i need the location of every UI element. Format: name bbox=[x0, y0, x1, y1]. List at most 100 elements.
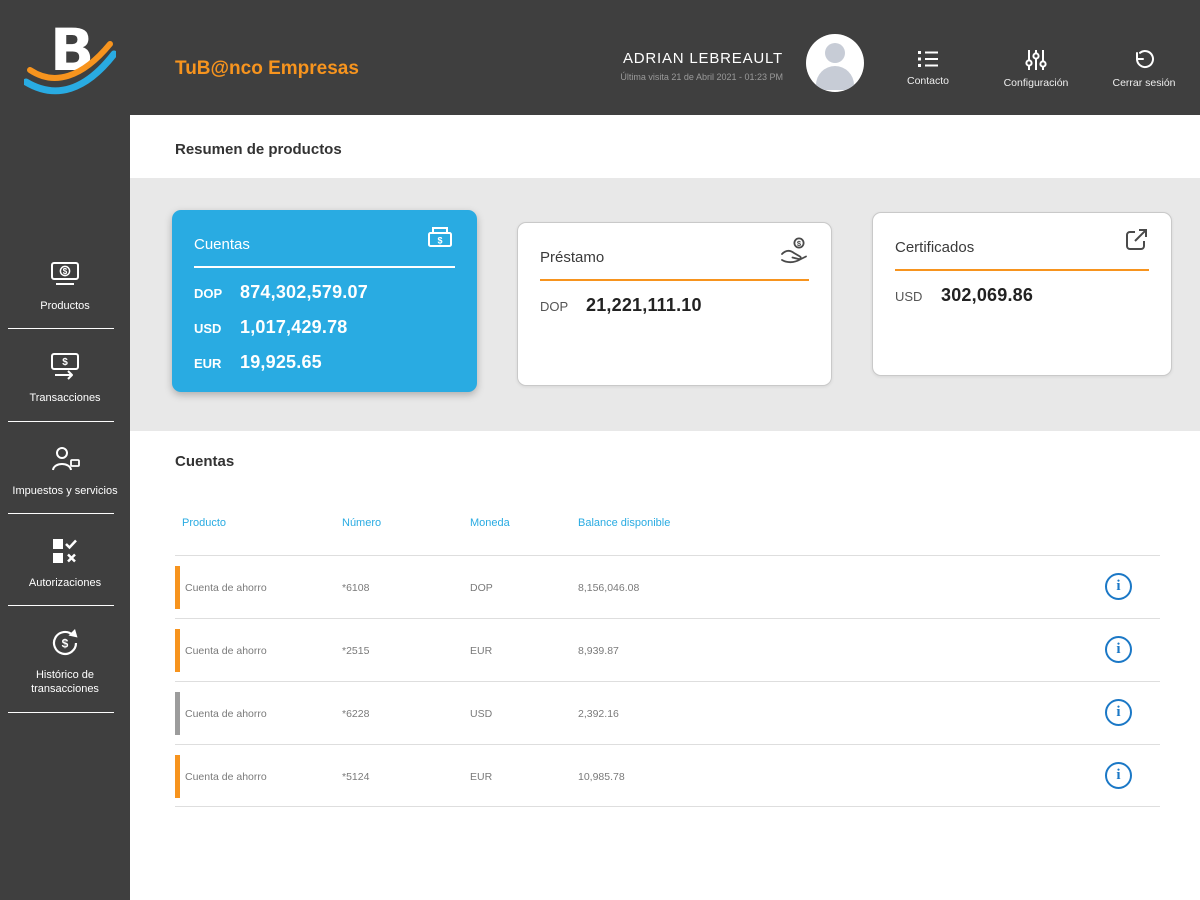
hand-coin-icon: $ bbox=[779, 237, 809, 270]
section-title-cuentas: Cuentas bbox=[175, 453, 235, 470]
cell-currency: DOP bbox=[470, 582, 493, 594]
bank-logo-icon[interactable]: B bbox=[22, 8, 118, 108]
row-status-bar bbox=[175, 629, 180, 672]
cell-number: *5124 bbox=[342, 771, 370, 783]
table-row[interactable]: Cuenta de ahorro *6108 DOP 8,156,046.08 bbox=[175, 555, 1160, 618]
contact-label: Contacto bbox=[906, 75, 950, 87]
sidebar-item-productos[interactable]: $ Productos bbox=[0, 237, 130, 330]
card-header: Préstamo $ bbox=[540, 237, 809, 279]
settings-label: Configuración bbox=[1003, 77, 1069, 89]
user-avatar[interactable] bbox=[806, 34, 864, 92]
svg-text:$: $ bbox=[62, 637, 69, 651]
person-service-icon bbox=[8, 440, 122, 478]
card-title: Préstamo bbox=[540, 249, 605, 266]
currency-code: DOP bbox=[540, 299, 569, 314]
table-row[interactable]: Cuenta de ahorro *2515 EUR 8,939.87 bbox=[175, 618, 1160, 681]
table-row[interactable]: Cuenta de ahorro *5124 EUR 10,985.78 bbox=[175, 744, 1160, 807]
cell-number: *6228 bbox=[342, 708, 370, 720]
certificados-card[interactable]: Certificados USD 302,069.86 bbox=[872, 212, 1172, 376]
sidebar-item-label: Impuestos y servicios bbox=[12, 484, 118, 497]
card-divider bbox=[895, 269, 1149, 271]
banking-app: B TuB@nco Empresas ADRIAN LEBREAULT Últi… bbox=[0, 0, 1200, 900]
table-row[interactable]: Cuenta de ahorro *6228 USD 2,392.16 bbox=[175, 681, 1160, 744]
balance-amount: 874,302,579.07 bbox=[240, 282, 368, 302]
card-header: Cuentas $ bbox=[194, 224, 455, 266]
currency-code: USD bbox=[895, 289, 923, 304]
history-icon: $ bbox=[8, 624, 122, 662]
column-header-producto[interactable]: Producto bbox=[182, 517, 226, 529]
logout-button[interactable]: Cerrar sesión bbox=[1104, 50, 1184, 89]
sidebar-item-label: Autorizaciones bbox=[28, 576, 102, 589]
accounts-table-body: Cuenta de ahorro *6108 DOP 8,156,046.08 … bbox=[175, 555, 1160, 807]
avatar-body-shape bbox=[816, 66, 854, 90]
cash-box-icon: $ bbox=[425, 224, 455, 255]
currency-code: EUR bbox=[194, 356, 222, 371]
balance-row: DOP 21,221,111.10 bbox=[540, 295, 809, 316]
products-summary-panel: Cuentas $ DOP 874,302,579.07 USD 1,017,4… bbox=[130, 178, 1200, 431]
user-name: ADRIAN LEBREAULT bbox=[622, 50, 783, 67]
card-title: Cuentas bbox=[194, 236, 250, 253]
cell-product: Cuenta de ahorro bbox=[185, 708, 267, 720]
main-content: Resumen de productos Cuentas $ DOP 874,3… bbox=[130, 115, 1200, 900]
info-icon[interactable] bbox=[1105, 699, 1132, 726]
cuentas-card[interactable]: Cuentas $ DOP 874,302,579.07 USD 1,017,4… bbox=[172, 210, 477, 392]
balance-amount: 21,221,111.10 bbox=[586, 295, 702, 315]
card-divider bbox=[194, 266, 455, 268]
settings-button[interactable]: Configuración bbox=[996, 50, 1076, 89]
last-visit-text: Última visita 21 de Abril 2021 - 01:23 P… bbox=[620, 72, 783, 82]
sidebar-item-label: Transacciones bbox=[29, 392, 101, 405]
cell-balance: 10,985.78 bbox=[578, 771, 625, 783]
balance-amount: 1,017,429.78 bbox=[240, 317, 348, 337]
column-header-balance[interactable]: Balance disponible bbox=[578, 517, 670, 529]
avatar-head-shape bbox=[825, 43, 845, 63]
cell-currency: EUR bbox=[470, 771, 493, 783]
card-divider bbox=[540, 279, 809, 281]
banknote-icon: $ bbox=[8, 255, 122, 293]
section-title-resumen: Resumen de productos bbox=[175, 141, 342, 158]
balance-row: USD 302,069.86 bbox=[895, 285, 1149, 306]
contact-list-icon bbox=[917, 50, 939, 68]
info-icon[interactable] bbox=[1105, 636, 1132, 663]
balance-row: USD 1,017,429.78 bbox=[194, 317, 455, 338]
checklist-icon bbox=[8, 532, 122, 570]
column-header-moneda[interactable]: Moneda bbox=[470, 517, 510, 529]
cell-balance: 8,939.87 bbox=[578, 645, 619, 657]
cell-product: Cuenta de ahorro bbox=[185, 582, 267, 594]
info-icon[interactable] bbox=[1105, 573, 1132, 600]
info-icon[interactable] bbox=[1105, 762, 1132, 789]
header-actions: Contacto Configuración Cerrar sesión bbox=[888, 50, 1184, 89]
cell-number: *2515 bbox=[342, 645, 370, 657]
contact-button[interactable]: Contacto bbox=[888, 50, 968, 89]
svg-text:$: $ bbox=[63, 267, 68, 276]
row-status-bar bbox=[175, 566, 180, 609]
balance-amount: 19,925.65 bbox=[240, 352, 322, 372]
column-header-numero[interactable]: Número bbox=[342, 517, 381, 529]
app-header: B TuB@nco Empresas ADRIAN LEBREAULT Últi… bbox=[0, 0, 1200, 115]
user-info: ADRIAN LEBREAULT Última visita 21 de Abr… bbox=[620, 50, 783, 82]
sidebar-item-autorizaciones[interactable]: Autorizaciones bbox=[0, 514, 130, 607]
cell-balance: 2,392.16 bbox=[578, 708, 619, 720]
cell-number: *6108 bbox=[342, 582, 370, 594]
currency-code: USD bbox=[194, 321, 222, 336]
sidebar-item-label: Productos bbox=[40, 300, 90, 312]
svg-text:$: $ bbox=[62, 357, 68, 368]
sidebar-item-historico[interactable]: $ Histórico de transacciones bbox=[0, 606, 130, 713]
transfer-icon: $ bbox=[8, 347, 122, 385]
settings-sliders-icon bbox=[1025, 50, 1047, 70]
balance-amount: 302,069.86 bbox=[941, 285, 1034, 305]
external-link-icon bbox=[1123, 227, 1149, 258]
sidebar-item-impuestos[interactable]: Impuestos y servicios bbox=[0, 422, 130, 515]
sidebar-nav: $ Productos $ Transacciones Impuestos y … bbox=[0, 237, 130, 713]
cell-currency: EUR bbox=[470, 645, 493, 657]
sidebar-item-label: Histórico de transacciones bbox=[31, 669, 99, 696]
cell-balance: 8,156,046.08 bbox=[578, 582, 640, 594]
prestamo-card[interactable]: Préstamo $ DOP 21,221,111.10 bbox=[517, 222, 832, 386]
cell-currency: USD bbox=[470, 708, 493, 720]
sidebar-item-transacciones[interactable]: $ Transacciones bbox=[0, 329, 130, 422]
currency-code: DOP bbox=[194, 286, 223, 301]
card-title: Certificados bbox=[895, 239, 975, 256]
card-header: Certificados bbox=[895, 227, 1149, 269]
logout-label: Cerrar sesión bbox=[1112, 77, 1176, 89]
logout-icon bbox=[1133, 50, 1155, 70]
svg-text:$: $ bbox=[437, 236, 442, 246]
